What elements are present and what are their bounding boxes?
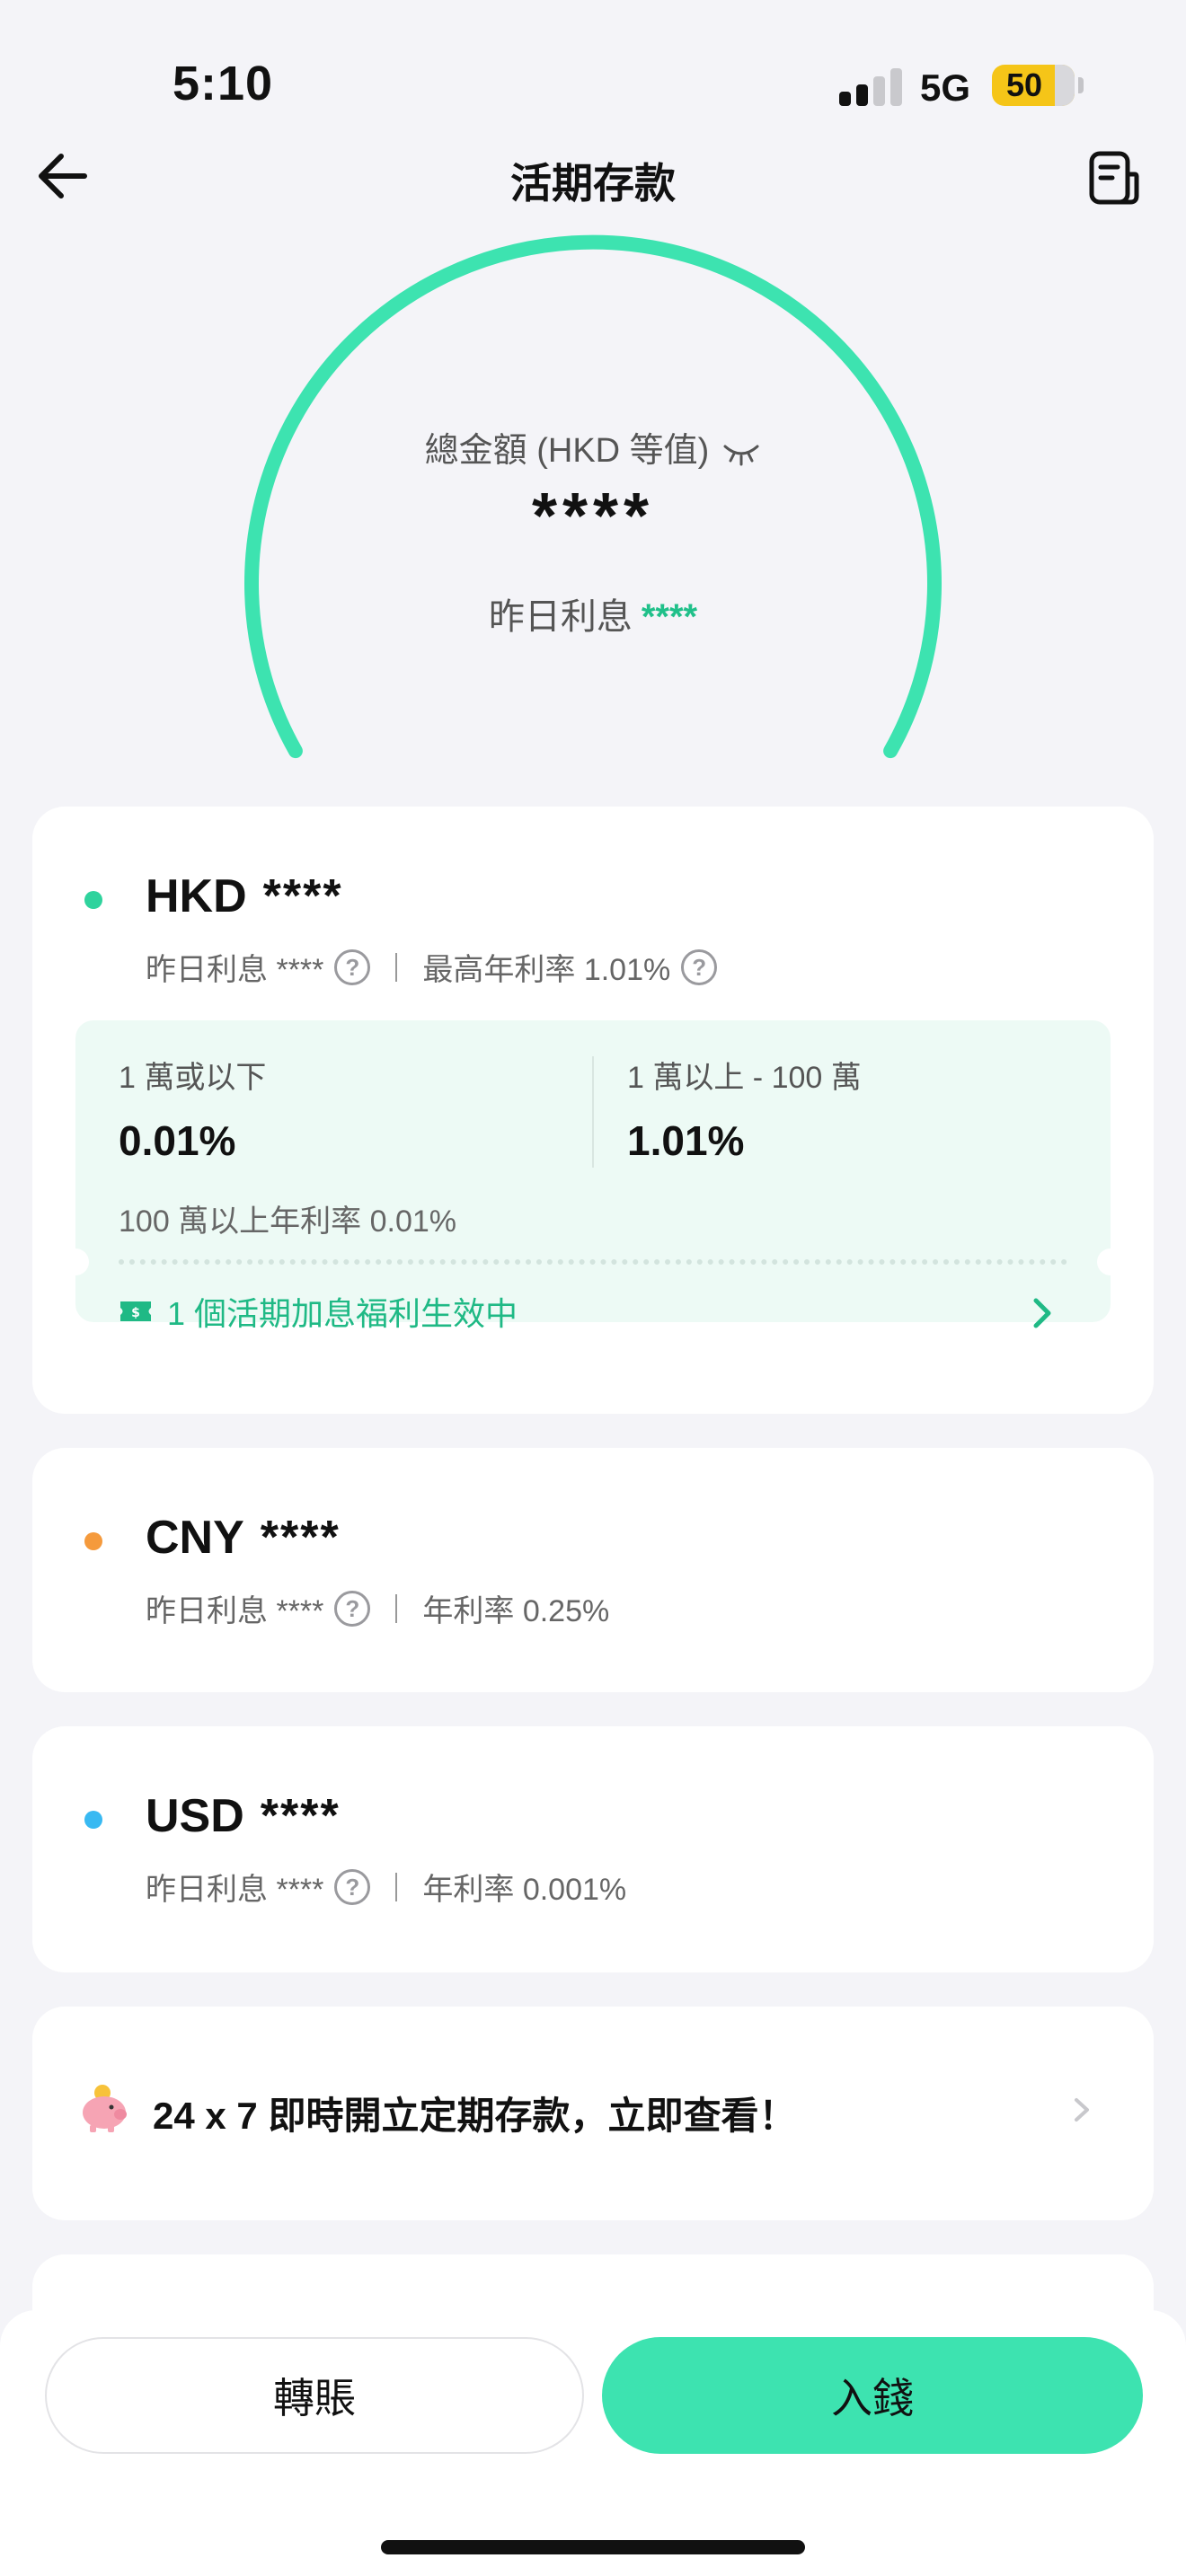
help-icon[interactable]: ? (334, 948, 371, 985)
tier-rate: 1.01% (627, 1117, 745, 1164)
tier-divider (592, 1056, 594, 1168)
dotted-divider (119, 1259, 1067, 1265)
help-icon[interactable]: ? (334, 1590, 371, 1627)
rate-text: 最高年利率 1.01% (422, 953, 671, 987)
account-meta: 昨日利息 **** ? 年利率 0.25% (146, 1586, 609, 1630)
signal-icon (839, 68, 904, 106)
statement-button[interactable] (1087, 149, 1141, 207)
rate-text: 年利率 0.001% (422, 1873, 627, 1907)
document-icon (1089, 151, 1139, 205)
yesterday-interest-text: 昨日利息 **** (146, 953, 324, 987)
yesterday-interest-label: 昨日利息 (488, 597, 633, 637)
time-deposit-promo[interactable]: 24 x 7 即時開立定期存款，立即查看！ (32, 2007, 1154, 2220)
account-card-cny[interactable]: CNY **** 昨日利息 **** ? 年利率 0.25% (32, 1448, 1154, 1692)
currency-dot (84, 1532, 102, 1550)
currency-balance: **** (260, 1512, 341, 1564)
currency-balance: **** (260, 1790, 341, 1842)
account-card-usd[interactable]: USD **** 昨日利息 **** ? 年利率 0.001% (32, 1726, 1154, 1972)
battery-icon: 50 (992, 65, 1075, 106)
currency-code: USD (146, 1790, 244, 1842)
help-icon[interactable]: ? (334, 1868, 371, 1905)
piggy-bank-icon (83, 2085, 127, 2132)
tier-label: 1 萬以上 - 100 萬 (627, 1061, 862, 1095)
ticket-notch (62, 1248, 89, 1275)
eye-closed-icon[interactable] (721, 439, 761, 466)
transfer-button[interactable]: 轉賬 (45, 2337, 584, 2454)
tier-label: 1 萬或以下 (119, 1061, 267, 1095)
ticket-icon: $ (120, 1301, 151, 1321)
total-balance-label-text: 總金額 (HKD 等值) (424, 432, 710, 470)
total-balance-label: 總金額 (HKD 等值) (0, 422, 1186, 472)
currency-dot (84, 891, 102, 909)
bottom-action-bar: 轉賬 入錢 (0, 2310, 1186, 2576)
currency-balance: **** (262, 870, 343, 922)
account-meta: 昨日利息 **** ? 最高年利率 1.01% ? (146, 945, 718, 989)
chevron-right-icon (1075, 2098, 1089, 2122)
home-indicator (381, 2540, 805, 2554)
yesterday-interest-text: 昨日利息 **** (146, 1594, 324, 1628)
ticket-notch (1097, 1248, 1124, 1275)
yesterday-interest: 昨日利息 **** (0, 587, 1186, 640)
currency-title: CNY **** (146, 1511, 341, 1565)
status-bar: 5:10 5G 50 (0, 0, 1186, 135)
page-title: 活期存款 (510, 160, 676, 207)
meta-divider (395, 952, 398, 982)
total-balance-amount: **** (531, 481, 655, 552)
status-time: 5:10 (173, 57, 274, 110)
meta-divider (395, 1872, 398, 1901)
deposit-button[interactable]: 入錢 (602, 2337, 1143, 2454)
rate-boost-benefit-link[interactable]: $ 1 個活期加息福利生效中 (119, 1288, 1067, 1335)
yesterday-interest-value: **** (641, 597, 698, 637)
benefit-text: 1 個活期加息福利生效中 (167, 1295, 518, 1332)
rate-text: 年利率 0.25% (422, 1594, 610, 1628)
currency-title: USD **** (146, 1789, 341, 1843)
promo-text: 24 x 7 即時開立定期存款，立即查看！ (153, 2095, 797, 2137)
tier-note: 100 萬以上年利率 0.01% (119, 1204, 457, 1239)
help-icon[interactable]: ? (681, 948, 718, 985)
currency-title: HKD **** (146, 869, 343, 923)
yesterday-interest-text: 昨日利息 **** (146, 1873, 324, 1907)
account-meta: 昨日利息 **** ? 年利率 0.001% (146, 1865, 626, 1909)
currency-code: CNY (146, 1512, 244, 1564)
tier-rate: 0.01% (119, 1117, 236, 1164)
svg-text:$: $ (131, 1306, 140, 1320)
battery-tip (1078, 77, 1084, 93)
tier-1: 1 萬或以下 0.01% (119, 1053, 266, 1165)
page: 5:10 5G 50 活期存款 總金額 (HKD 等值) **** 昨日利息 *… (0, 0, 1186, 2576)
battery-level: 50 (1005, 66, 1043, 103)
chevron-right-icon (1033, 1298, 1051, 1328)
tier-2: 1 萬以上 - 100 萬 1.01% (627, 1053, 862, 1165)
network-label: 5G (920, 66, 971, 109)
currency-dot (84, 1811, 102, 1829)
meta-divider (395, 1593, 398, 1623)
interest-tier-panel: 1 萬或以下 0.01% 1 萬以上 - 100 萬 1.01% 100 萬以上… (62, 1020, 1124, 1332)
account-card-hkd[interactable]: HKD **** 昨日利息 **** ? 最高年利率 1.01% ? 1 萬或以下… (32, 807, 1154, 1414)
currency-code: HKD (146, 870, 247, 922)
